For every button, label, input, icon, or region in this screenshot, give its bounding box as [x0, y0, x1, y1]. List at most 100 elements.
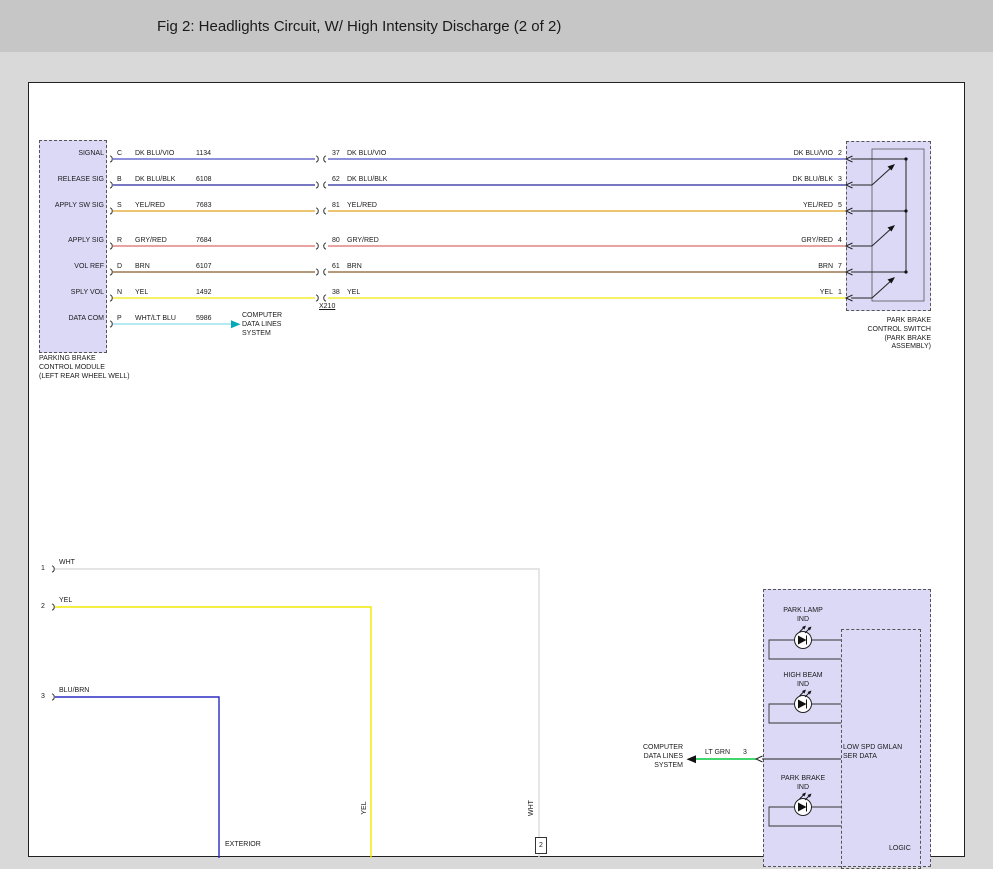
figure-title: Fig 2: Headlights Circuit, W/ High Inten… — [157, 18, 561, 35]
module-pin-label: APPLY SIG — [40, 237, 104, 245]
park-brake-led-icon — [795, 793, 812, 816]
wire-row-1 — [110, 156, 853, 162]
vertical-wire-label-yel: YEL — [361, 794, 369, 822]
computer-data-lines-label-bottom: COMPUTER DATA LINES SYSTEM — [613, 744, 683, 770]
right-pin-number: 4 — [835, 237, 845, 245]
wire-color-label: WHT/LT BLU — [135, 315, 176, 323]
data-lines-arrow-icon — [231, 320, 241, 328]
mid-color-label: BRN — [347, 263, 362, 271]
park-brake-switch-caption: PARK BRAKE CONTROL SWITCH (PARK BRAKE AS… — [835, 317, 931, 352]
mid-color-label: GRY/RED — [347, 237, 379, 245]
wire-circuit-number: 7683 — [196, 202, 212, 210]
caption-line: SYSTEM — [242, 330, 282, 339]
wire-circuit-number: 7684 — [196, 237, 212, 245]
wire-pin-letter: B — [117, 176, 122, 184]
caption-line: DATA LINES — [242, 321, 282, 330]
right-pin-number: 3 — [835, 176, 845, 184]
computer-arrow-icon — [687, 755, 697, 763]
grid-ref-label: 2 — [539, 842, 543, 849]
caption-line: LOW SPD GMLAN — [843, 744, 902, 753]
module-pin-label: VOL REF — [40, 263, 104, 271]
caption-line: ASSEMBLY) — [835, 343, 931, 352]
caption-line: (LEFT REAR WHEEL WELL) — [39, 373, 130, 382]
grid-ref-box: 2 — [535, 837, 547, 854]
bottom-wire-pin: 2 — [41, 603, 45, 611]
mid-color-label: DK BLU/BLK — [347, 176, 387, 184]
switch-internals — [851, 149, 924, 301]
bottom-wire-color-label: WHT — [59, 559, 75, 567]
caption-line: HIGH BEAM — [763, 672, 843, 681]
vertical-wire-label-wht: WHT — [528, 794, 536, 822]
wire-row-5 — [110, 269, 853, 275]
green-wire-pin: 3 — [743, 749, 747, 757]
right-pin-number: 5 — [835, 202, 845, 210]
wire-row-3 — [110, 208, 853, 214]
mid-color-label: YEL/RED — [347, 202, 377, 210]
right-color-label: GRY/RED — [745, 237, 833, 245]
wire-color-label: YEL/RED — [135, 202, 165, 210]
wire-pin-letter: C — [117, 150, 122, 158]
right-color-label: YEL/RED — [745, 202, 833, 210]
wire-color-label: GRY/RED — [135, 237, 167, 245]
high-beam-led-icon — [795, 690, 812, 713]
page: Fig 2: Headlights Circuit, W/ High Inten… — [0, 0, 993, 855]
right-color-label: YEL — [745, 289, 833, 297]
exterior-label: EXTERIOR — [225, 841, 261, 849]
computer-data-lines-label-top: COMPUTER DATA LINES SYSTEM — [242, 312, 282, 338]
wire-circuit-number: 1134 — [196, 150, 211, 158]
caption-line: IND — [763, 616, 843, 625]
caption-line: DATA LINES — [613, 753, 683, 762]
bottom-wire-color-label: YEL — [59, 597, 72, 605]
right-color-label: BRN — [745, 263, 833, 271]
park-lamp-led-icon — [795, 626, 812, 649]
caption-line: COMPUTER — [242, 312, 282, 321]
caption-line: PARK BRAKE — [763, 775, 843, 784]
wire-row-2 — [110, 182, 853, 188]
mid-pin-number: 62 — [332, 176, 340, 184]
bottom-wire-pin: 1 — [41, 565, 45, 573]
caption-line: CONTROL MODULE — [39, 364, 130, 373]
high-beam-ind-label: HIGH BEAM IND — [763, 672, 843, 690]
module-pin-label: SPLY VOL — [40, 289, 104, 297]
wire-pin-letter: P — [117, 315, 122, 323]
park-lamp-ind-label: PARK LAMP IND — [763, 607, 843, 625]
wire-row-4 — [110, 243, 853, 249]
wire-pin-letter: S — [117, 202, 122, 210]
mid-color-label: DK BLU/VIO — [347, 150, 386, 158]
wire-pin-letter: D — [117, 263, 122, 271]
mid-color-label: YEL — [347, 289, 360, 297]
mid-pin-number: 80 — [332, 237, 340, 245]
logic-label: LOGIC — [889, 845, 911, 853]
caption-line: SER DATA — [843, 753, 902, 762]
wire-circuit-number: 6107 — [196, 263, 212, 271]
wire-color-label: BRN — [135, 263, 150, 271]
park-brake-ind-label: PARK BRAKE IND — [763, 775, 843, 793]
diagram-canvas: SIGNAL RELEASE SIG APPLY SW SIG APPLY SI… — [28, 82, 965, 857]
caption-line: IND — [763, 681, 843, 690]
indicator-wiring — [687, 626, 842, 827]
caption-line: (PARK BRAKE — [835, 335, 931, 344]
connector-id-label: X210 — [319, 303, 335, 311]
wire-color-label: DK BLU/BLK — [135, 176, 175, 184]
bottom-wire-color-label: BLU/BRN — [59, 687, 89, 695]
wire-color-label: DK BLU/VIO — [135, 150, 174, 158]
caption-line: PARK BRAKE — [835, 317, 931, 326]
right-pin-number: 2 — [835, 150, 845, 158]
module-pin-label: RELEASE SIG — [40, 176, 104, 184]
caption-line: IND — [763, 784, 843, 793]
caption-line: CONTROL SWITCH — [835, 326, 931, 335]
mid-pin-number: 61 — [332, 263, 340, 271]
wire-circuit-number: 5986 — [196, 315, 212, 323]
caption-line: SYSTEM — [613, 762, 683, 771]
right-color-label: DK BLU/BLK — [745, 176, 833, 184]
caption-line: PARKING BRAKE — [39, 355, 130, 364]
wire-circuit-number: 1492 — [196, 289, 212, 297]
mid-pin-number: 37 — [332, 150, 340, 158]
wire-circuit-number: 6108 — [196, 176, 212, 184]
wire-row-6 — [110, 295, 853, 301]
module-pin-label: DATA COM — [40, 315, 104, 323]
green-wire-color-label: LT GRN — [705, 749, 730, 757]
module-pin-label: APPLY SW SIG — [40, 202, 104, 210]
wiring-svg — [29, 83, 966, 858]
serial-data-label: LOW SPD GMLAN SER DATA — [843, 744, 902, 762]
